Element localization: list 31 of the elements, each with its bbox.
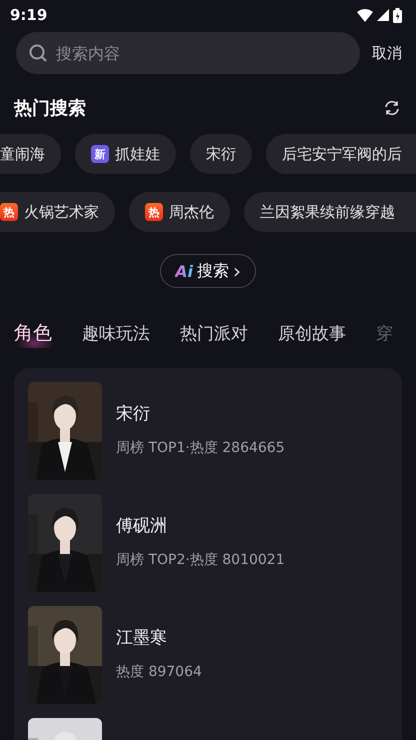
search-chip[interactable]: 宋衍 [190,134,252,174]
cancel-button[interactable]: 取消 [372,44,402,62]
search-chip[interactable]: 童闹海 [0,134,61,174]
section-title: 热门搜索 [14,97,86,120]
search-chip[interactable]: 新 抓娃娃 [75,134,176,174]
signal-icon [377,9,389,21]
search-chip[interactable]: 兰因絮果续前缘穿越 [244,192,416,232]
category-tab[interactable]: 热门派对 [180,318,248,348]
character-stats: 周榜 TOP1·热度 2864665 [116,439,285,457]
button-label: 搜索 [196,260,229,282]
search-chip[interactable]: 热 周杰伦 [129,192,230,232]
status-time: 9:19 [10,6,48,24]
character-name[interactable]: 江墨寒 [116,626,202,649]
ai-search-button[interactable]: Ai 搜索 › [160,254,256,288]
search-chip[interactable]: 热 火锅艺术家 [0,192,115,232]
battery-icon [393,8,402,22]
search-field[interactable]: 搜索内容 [16,32,360,74]
character-name[interactable]: 傅砚洲 [116,514,285,537]
character-stats: 周榜 TOP2·热度 8010021 [116,551,285,569]
hot-badge: 热 [0,203,18,221]
character-name[interactable]: 宋衍 [116,402,285,425]
category-tab[interactable]: 趣味玩法 [82,318,150,348]
new-badge: 新 [91,145,109,163]
refresh-icon[interactable] [384,100,400,116]
category-tab[interactable]: 原创故事 [278,318,346,348]
hot-badge: 热 [145,203,163,221]
search-icon [29,44,47,62]
character-stats: 热度 897064 [116,663,202,681]
chevron-icon: › [232,259,241,283]
search-chip[interactable]: 后宅安宁军阀的后 [266,134,416,174]
wifi-icon [357,8,373,22]
